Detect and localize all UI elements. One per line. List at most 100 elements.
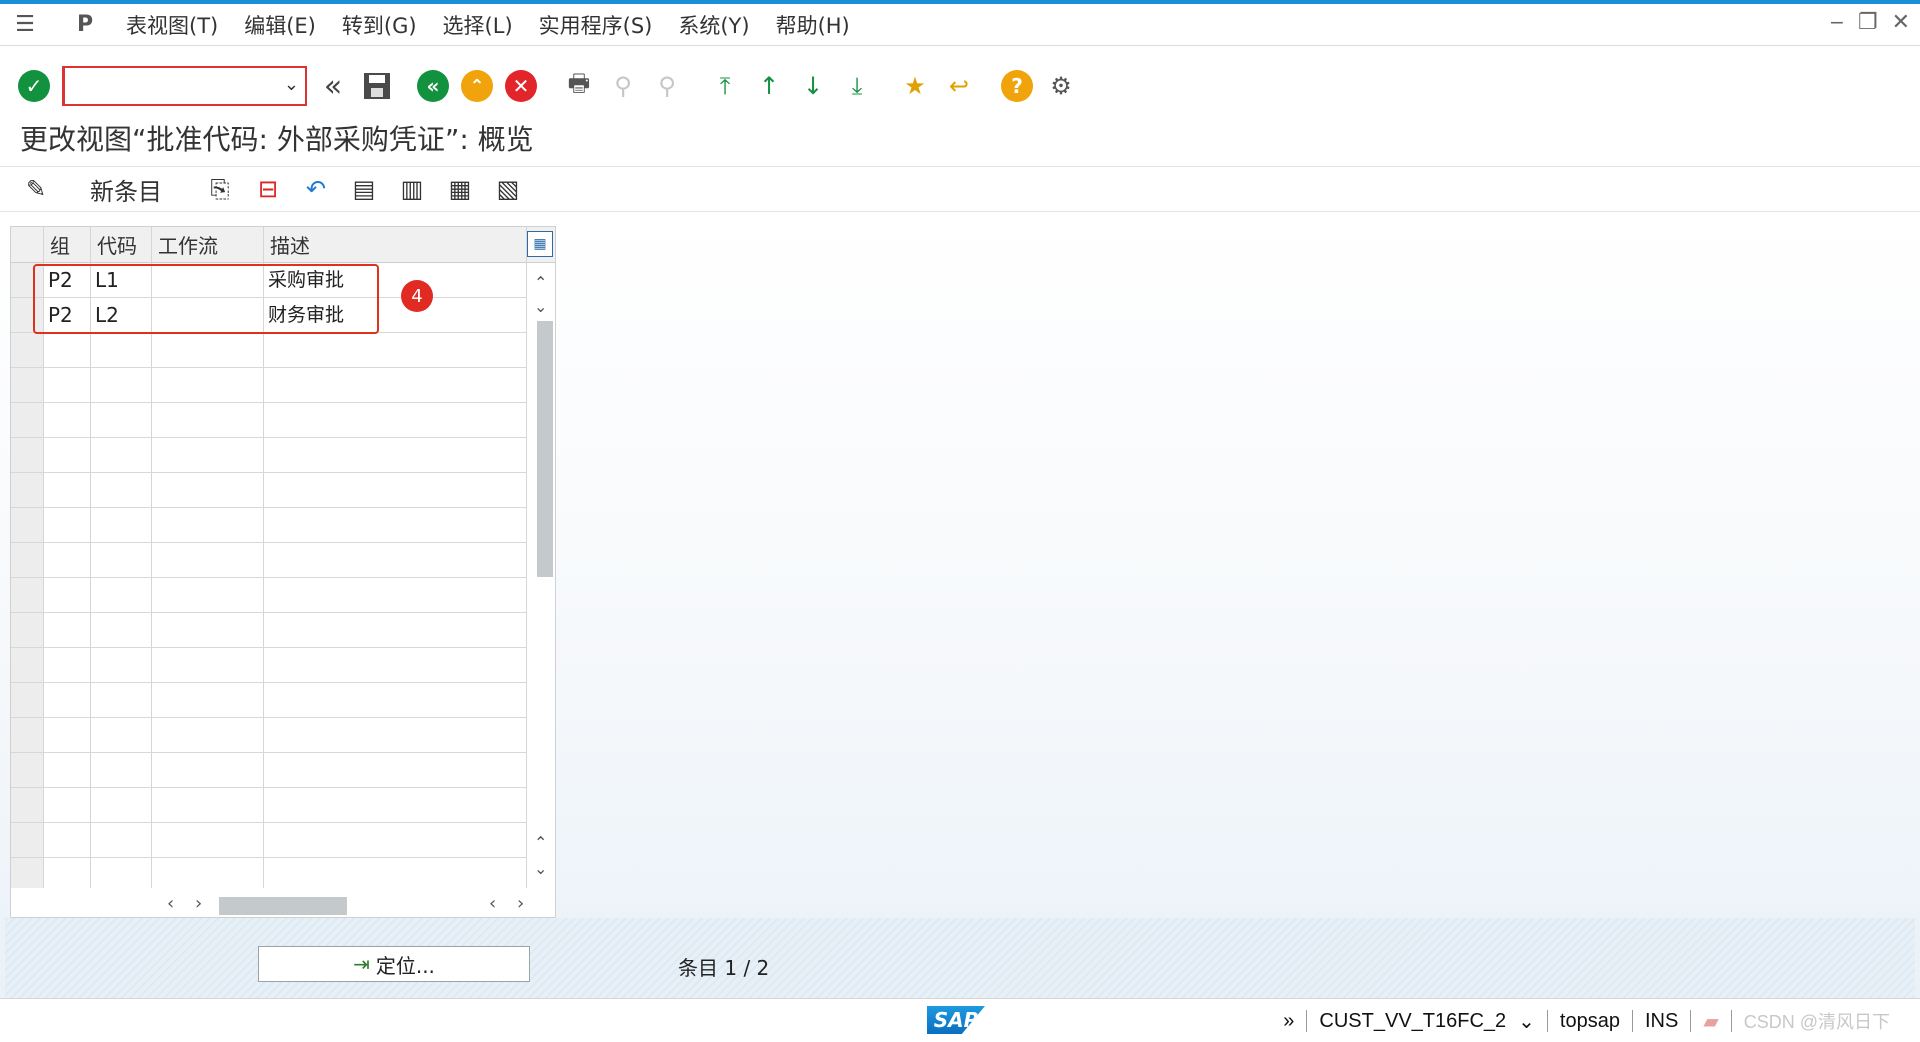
shortcut-icon[interactable]: ↩ bbox=[941, 68, 977, 104]
column-header-code[interactable]: 代码 bbox=[91, 227, 152, 263]
table-row-empty[interactable] bbox=[11, 368, 527, 403]
close-window-icon[interactable]: ✕ bbox=[1892, 10, 1910, 35]
command-field[interactable]: ⌄ bbox=[62, 66, 307, 106]
chevron-down-icon[interactable]: ⌄ bbox=[1518, 1009, 1535, 1034]
find-next-icon[interactable]: ⚲ bbox=[649, 68, 685, 104]
input-mode[interactable]: INS bbox=[1645, 1010, 1678, 1033]
table-row-empty[interactable] bbox=[11, 788, 527, 823]
undo-change-icon[interactable]: ↶ bbox=[298, 171, 334, 207]
select-block-icon[interactable]: ▥ bbox=[394, 171, 430, 207]
table-row-empty[interactable] bbox=[11, 858, 527, 888]
table-row-empty[interactable] bbox=[11, 403, 527, 438]
entry-label: 条目 bbox=[678, 956, 718, 980]
page-up-icon[interactable]: ⌃ bbox=[534, 833, 547, 852]
table-row-empty[interactable] bbox=[11, 438, 527, 473]
back-button[interactable]: « bbox=[415, 68, 451, 104]
scroll-left-end-icon[interactable]: ‹ bbox=[489, 893, 496, 914]
menu-utilities[interactable]: 实用程序(S) bbox=[539, 10, 653, 40]
create-session-icon[interactable]: ★ bbox=[897, 68, 933, 104]
position-button[interactable]: ⇥ 定位... bbox=[258, 946, 530, 982]
new-entries-button[interactable]: 新条目 bbox=[90, 172, 162, 207]
enter-button[interactable]: ✓ bbox=[16, 68, 52, 104]
collapse-icon[interactable]: « bbox=[315, 68, 351, 104]
table-row-empty[interactable] bbox=[11, 823, 527, 858]
back-icon: « bbox=[417, 70, 449, 102]
table-row-empty[interactable] bbox=[11, 333, 527, 368]
menu-list-icon[interactable]: ☰ bbox=[10, 10, 40, 40]
next-page-icon[interactable]: ↓ bbox=[795, 68, 831, 104]
page-down-icon[interactable]: ⌄ bbox=[534, 859, 547, 878]
help-button[interactable]: ? bbox=[999, 68, 1035, 104]
print-icon[interactable]: 🖶 bbox=[561, 68, 597, 104]
table-header: 组 代码 工作流 描述 bbox=[11, 227, 555, 263]
menu-help[interactable]: 帮助(H) bbox=[776, 10, 850, 40]
scroll-left-icon[interactable]: ‹ bbox=[167, 893, 174, 914]
minimize-icon[interactable]: ‒ bbox=[1830, 10, 1844, 35]
display-change-icon[interactable]: ✎ bbox=[18, 171, 54, 207]
scroll-down-icon[interactable]: ⌄ bbox=[534, 297, 547, 316]
application-toolbar: ✎ 新条目 ⎘ ⊟ ↶ ▤ ▥ ▦ ▧ bbox=[0, 166, 1920, 212]
select-all-icon[interactable]: ▤ bbox=[346, 171, 382, 207]
column-header-workflow[interactable]: 工作流 bbox=[152, 227, 264, 263]
column-header-group[interactable]: 组 bbox=[44, 227, 91, 263]
sap-gui-icon[interactable]: P bbox=[70, 10, 100, 40]
find-icon[interactable]: ⚲ bbox=[605, 68, 641, 104]
print-list-icon[interactable]: ▧ bbox=[490, 171, 526, 207]
chevron-down-icon[interactable]: ⌄ bbox=[284, 74, 299, 95]
save-button[interactable] bbox=[359, 68, 395, 104]
table-row-empty[interactable] bbox=[11, 578, 527, 613]
customize-layout-icon[interactable]: ⚙ bbox=[1043, 68, 1079, 104]
table-row-empty[interactable] bbox=[11, 543, 527, 578]
table-settings-icon[interactable]: ▦ bbox=[527, 231, 553, 257]
command-input[interactable] bbox=[65, 68, 265, 102]
enter-icon: ✓ bbox=[18, 70, 50, 102]
window-controls: ‒ ❐ ✕ bbox=[1830, 10, 1910, 35]
expand-icon[interactable]: » bbox=[1283, 1010, 1294, 1033]
page-title: 更改视图“批准代码: 外部采购凭证”: 概览 bbox=[20, 123, 534, 156]
horizontal-scrollbar[interactable]: ‹ › ‹ › bbox=[159, 893, 549, 917]
restore-icon[interactable]: ❐ bbox=[1858, 10, 1878, 35]
transaction-code[interactable]: CUST_VV_T16FC_2 bbox=[1319, 1010, 1506, 1033]
cancel-button[interactable]: ✕ bbox=[503, 68, 539, 104]
flag-icon: ▰ bbox=[1703, 1010, 1719, 1033]
last-page-icon[interactable]: ⤓ bbox=[839, 68, 875, 104]
exit-button[interactable]: ⌃ bbox=[459, 68, 495, 104]
entry-value: 1 / 2 bbox=[724, 956, 770, 980]
entry-counter: 条目 1 / 2 bbox=[678, 952, 769, 981]
standard-toolbar: ✓ ⌄ « « ⌃ ✕ 🖶 ⚲ ⚲ ⤒ ↑ ↓ ⤓ ★ ↩ ? ⚙ bbox=[0, 46, 1920, 126]
menu-goto[interactable]: 转到(G) bbox=[342, 10, 417, 40]
scroll-right-icon[interactable]: › bbox=[195, 893, 202, 914]
deselect-all-icon[interactable]: ▦ bbox=[442, 171, 478, 207]
scroll-up-icon[interactable]: ⌃ bbox=[534, 273, 547, 292]
menu-selection[interactable]: 选择(L) bbox=[443, 10, 513, 40]
delete-icon[interactable]: ⊟ bbox=[250, 171, 286, 207]
menu-edit[interactable]: 编辑(E) bbox=[244, 10, 316, 40]
first-page-icon[interactable]: ⤒ bbox=[707, 68, 743, 104]
position-icon: ⇥ bbox=[353, 952, 370, 976]
table-row-empty[interactable] bbox=[11, 718, 527, 753]
table-row-empty[interactable] bbox=[11, 613, 527, 648]
status-info: » CUST_VV_T16FC_2 ⌄ topsap INS ▰ CSDN @清… bbox=[1283, 1008, 1890, 1034]
previous-page-icon[interactable]: ↑ bbox=[751, 68, 787, 104]
table-row-empty[interactable] bbox=[11, 508, 527, 543]
vertical-scroll-thumb[interactable] bbox=[537, 321, 553, 577]
table-row-empty[interactable] bbox=[11, 683, 527, 718]
watermark: CSDN @清风日下 bbox=[1743, 1012, 1890, 1032]
menu-table-view[interactable]: 表视图(T) bbox=[126, 10, 218, 40]
menu-bar: ☰ P 表视图(T) 编辑(E) 转到(G) 选择(L) 实用程序(S) 系统(… bbox=[0, 4, 1920, 46]
position-label: 定位... bbox=[375, 953, 435, 978]
column-header-description[interactable]: 描述 bbox=[264, 227, 527, 263]
table-row-empty[interactable] bbox=[11, 648, 527, 683]
save-icon bbox=[364, 73, 390, 99]
menu-system[interactable]: 系统(Y) bbox=[678, 10, 749, 40]
scroll-right-end-icon[interactable]: › bbox=[517, 893, 524, 914]
vertical-scrollbar[interactable]: ⌃ ⌄ ⌃ ⌄ bbox=[531, 263, 555, 883]
server-name: topsap bbox=[1559, 1009, 1620, 1032]
highlight-box bbox=[33, 264, 379, 334]
horizontal-scroll-thumb[interactable] bbox=[219, 897, 347, 915]
table-row-empty[interactable] bbox=[11, 753, 527, 788]
exit-icon: ⌃ bbox=[461, 70, 493, 102]
copy-as-icon[interactable]: ⎘ bbox=[202, 171, 238, 207]
table-row-empty[interactable] bbox=[11, 473, 527, 508]
header-selector[interactable] bbox=[11, 227, 44, 263]
